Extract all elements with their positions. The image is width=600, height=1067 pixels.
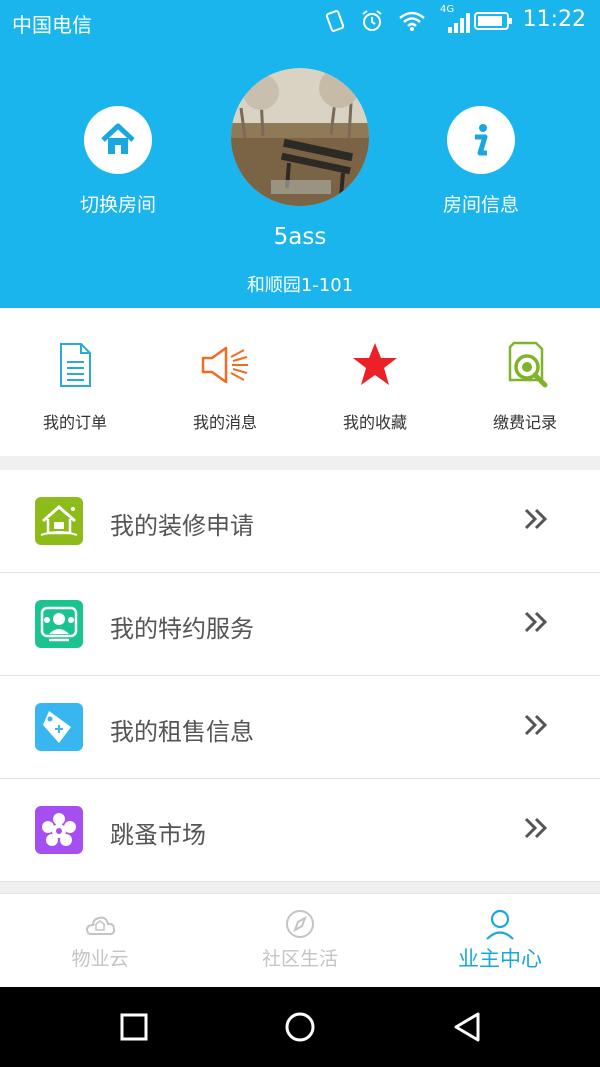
my-messages-button[interactable]: 我的消息 xyxy=(150,308,300,456)
menu-item-rent-sale[interactable]: 我的租售信息 xyxy=(0,676,600,779)
signal-indicator: 4G xyxy=(440,4,470,34)
status-bar: 中国电信 4G 11:22 xyxy=(0,0,600,44)
menu-item-label: 我的特约服务 xyxy=(110,615,254,643)
my-messages-label: 我的消息 xyxy=(192,413,257,432)
double-chevron-right-icon xyxy=(524,714,548,736)
back-icon[interactable] xyxy=(452,1011,482,1043)
username: 5ass xyxy=(273,224,327,250)
wifi-icon xyxy=(399,11,425,31)
recent-apps-icon[interactable] xyxy=(119,1012,149,1042)
room-info-label: 房间信息 xyxy=(442,194,519,216)
battery-icon xyxy=(474,12,512,30)
house-renovation-icon xyxy=(35,497,83,545)
status-icons: 4G xyxy=(324,4,470,34)
compass-icon xyxy=(286,910,314,938)
profile-header: 切换房间 房间信息 5ass 和顺园1-101 xyxy=(0,44,600,308)
info-icon xyxy=(475,124,488,156)
switch-room-button[interactable]: 切换房间 xyxy=(48,106,188,217)
bottom-tab-bar: 物业云 社区生活 业主中心 xyxy=(0,893,600,988)
document-icon xyxy=(60,343,91,387)
flower-icon xyxy=(35,806,83,854)
menu-list: 我的装修申请 我的特约服务 我的租售信息 跳蚤市场 xyxy=(0,470,600,882)
tab-label: 业主中心 xyxy=(458,947,542,971)
my-orders-button[interactable]: 我的订单 xyxy=(0,308,150,456)
vibrate-icon xyxy=(325,10,345,32)
menu-item-flea-market[interactable]: 跳蚤市场 xyxy=(0,779,600,882)
search-document-icon xyxy=(508,341,548,388)
tab-community-life[interactable]: 社区生活 xyxy=(200,894,400,988)
tab-property-cloud[interactable]: 物业云 xyxy=(0,894,200,988)
menu-item-label: 我的租售信息 xyxy=(110,718,254,746)
signal-icon xyxy=(448,13,470,33)
switch-room-label: 切换房间 xyxy=(79,194,156,216)
my-orders-label: 我的订单 xyxy=(42,413,107,432)
tab-label: 社区生活 xyxy=(261,948,338,970)
double-chevron-right-icon xyxy=(524,611,548,633)
tab-label: 物业云 xyxy=(71,948,129,970)
speaker-icon xyxy=(201,346,248,384)
system-navigation-bar xyxy=(0,987,600,1067)
user-icon xyxy=(486,909,514,940)
cloud-icon xyxy=(85,916,116,935)
house-icon xyxy=(101,123,135,154)
menu-item-label: 跳蚤市场 xyxy=(110,821,206,849)
menu-item-special-service[interactable]: 我的特约服务 xyxy=(0,573,600,676)
clock: 11:22 xyxy=(522,7,586,32)
tab-owner-center[interactable]: 业主中心 xyxy=(400,894,600,988)
avatar[interactable] xyxy=(231,68,369,206)
people-icon xyxy=(35,600,83,648)
my-favorites-button[interactable]: 我的收藏 xyxy=(300,308,450,456)
my-favorites-label: 我的收藏 xyxy=(342,413,407,432)
tag-icon xyxy=(35,703,83,751)
double-chevron-right-icon xyxy=(524,817,548,839)
double-chevron-right-icon xyxy=(524,508,548,530)
quick-actions: 我的订单 我的消息 我的收藏 缴费记录 xyxy=(0,308,600,456)
park-bench-photo xyxy=(231,68,369,206)
room-info-button[interactable]: 房间信息 xyxy=(411,106,551,217)
menu-item-label: 我的装修申请 xyxy=(110,512,254,540)
alarm-icon xyxy=(362,10,382,31)
address: 和顺园1-101 xyxy=(246,275,354,296)
menu-item-renovation[interactable]: 我的装修申请 xyxy=(0,470,600,573)
payment-records-label: 缴费记录 xyxy=(492,413,557,432)
star-icon xyxy=(353,343,397,385)
home-icon[interactable] xyxy=(284,1011,316,1043)
carrier-label: 中国电信 xyxy=(12,13,92,37)
payment-records-button[interactable]: 缴费记录 xyxy=(450,308,600,456)
